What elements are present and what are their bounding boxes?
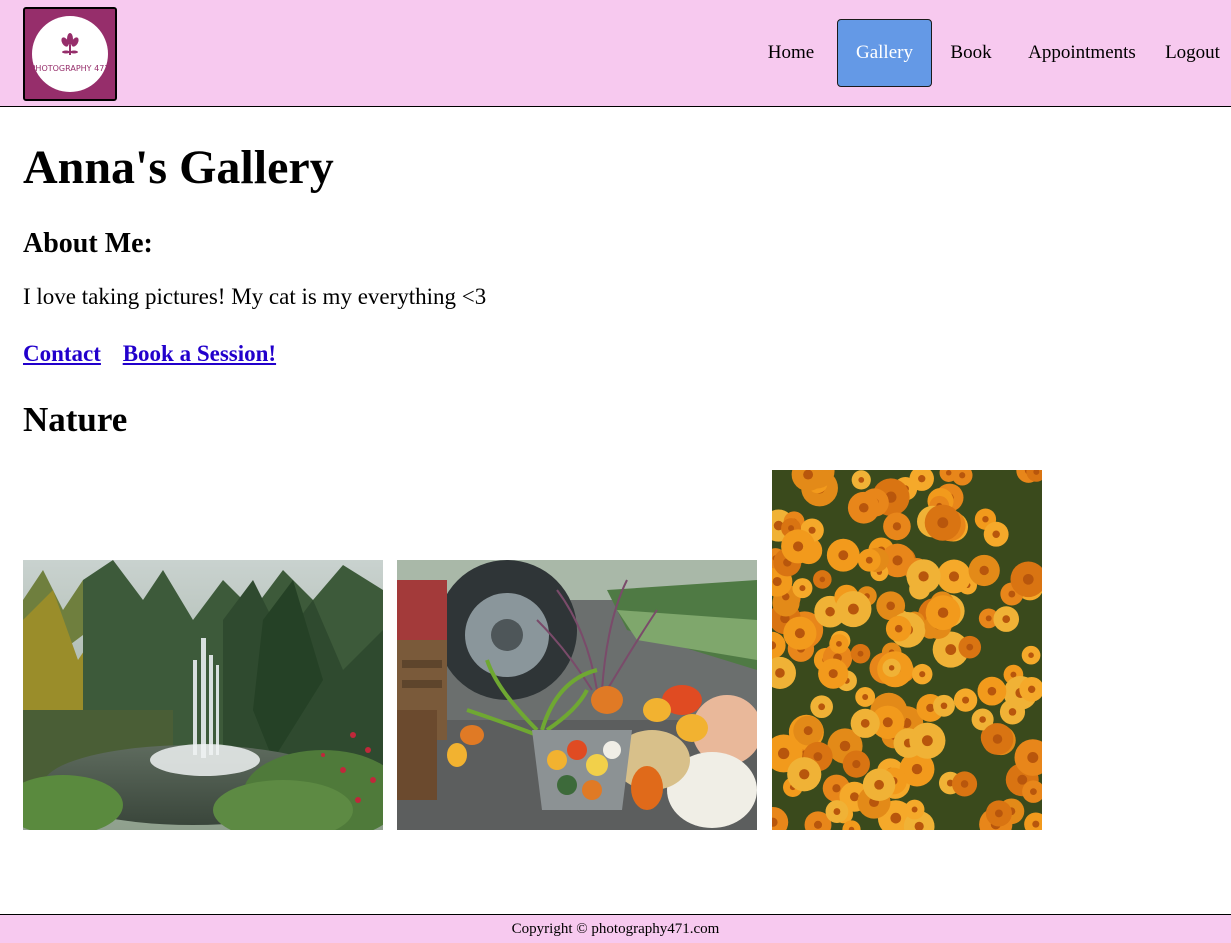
book-session-link[interactable]: Book a Session! [123, 341, 276, 366]
pumpkins-photo-image [397, 560, 757, 830]
main-nav: Home Gallery Book Appointments Logout [750, 19, 1231, 87]
site-footer: Copyright © photography471.com [0, 914, 1231, 943]
gallery-photo-flowers[interactable] [772, 470, 1042, 830]
profile-links: Contact Book a Session! [23, 339, 292, 369]
site-header: PHOTOGRAPHY 471 Home Gallery Book Appoin… [0, 0, 1231, 107]
page-title: Anna's Gallery [23, 141, 334, 194]
flowers-photo-image [772, 470, 1042, 830]
nav-book[interactable]: Book [932, 19, 1010, 87]
nav-logout[interactable]: Logout [1154, 19, 1231, 87]
nav-appointments[interactable]: Appointments [1010, 19, 1154, 87]
nav-gallery[interactable]: Gallery [837, 19, 932, 87]
site-logo[interactable]: PHOTOGRAPHY 471 [23, 7, 117, 101]
gallery-photo-fountain[interactable] [23, 560, 383, 830]
logo-text: PHOTOGRAPHY 471 [31, 64, 110, 73]
fountain-photo-image [23, 560, 383, 830]
contact-link[interactable]: Contact [23, 341, 101, 366]
section-heading-nature: Nature [23, 400, 128, 439]
about-heading: About Me: [23, 228, 153, 259]
about-text: I love taking pictures! My cat is my eve… [23, 284, 487, 309]
gallery-photo-pumpkins[interactable] [397, 560, 757, 830]
nav-home[interactable]: Home [750, 19, 832, 87]
copyright-text: Copyright © photography471.com [511, 920, 720, 937]
logo-badge-icon: PHOTOGRAPHY 471 [25, 9, 115, 99]
